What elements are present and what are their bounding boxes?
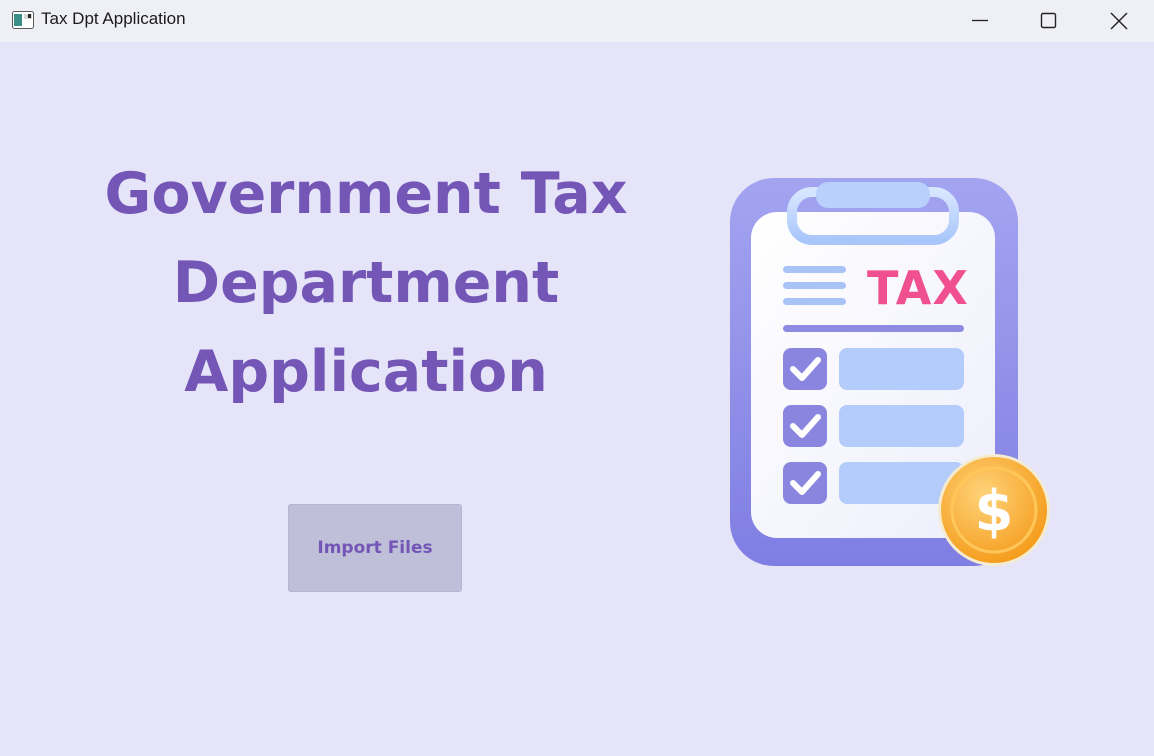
app-icon: [12, 11, 34, 29]
checklist-item: [783, 405, 964, 447]
minimize-button[interactable]: [952, 0, 1008, 42]
close-button[interactable]: [1091, 0, 1147, 42]
tax-clipboard-illustration: TAX $: [730, 178, 1050, 566]
close-icon: [1110, 12, 1128, 30]
title-line-2: Department: [172, 250, 560, 316]
tax-label: TAX: [867, 261, 969, 315]
import-files-button[interactable]: Import Files: [288, 504, 462, 592]
checklist-item: [783, 462, 964, 504]
maximize-button[interactable]: [1021, 0, 1077, 42]
window-title: Tax Dpt Application: [41, 9, 186, 28]
title-bar: Tax Dpt Application: [0, 0, 1154, 42]
title-line-3: Application: [184, 339, 548, 405]
coin-symbol: $: [975, 479, 1014, 544]
dollar-coin-icon: $: [938, 454, 1050, 566]
checklist-item: [783, 348, 964, 390]
minimize-icon: [972, 19, 988, 22]
maximize-icon: [1040, 12, 1057, 29]
page-title: Government Tax Department Application: [96, 150, 636, 417]
title-line-1: Government Tax: [104, 161, 628, 227]
